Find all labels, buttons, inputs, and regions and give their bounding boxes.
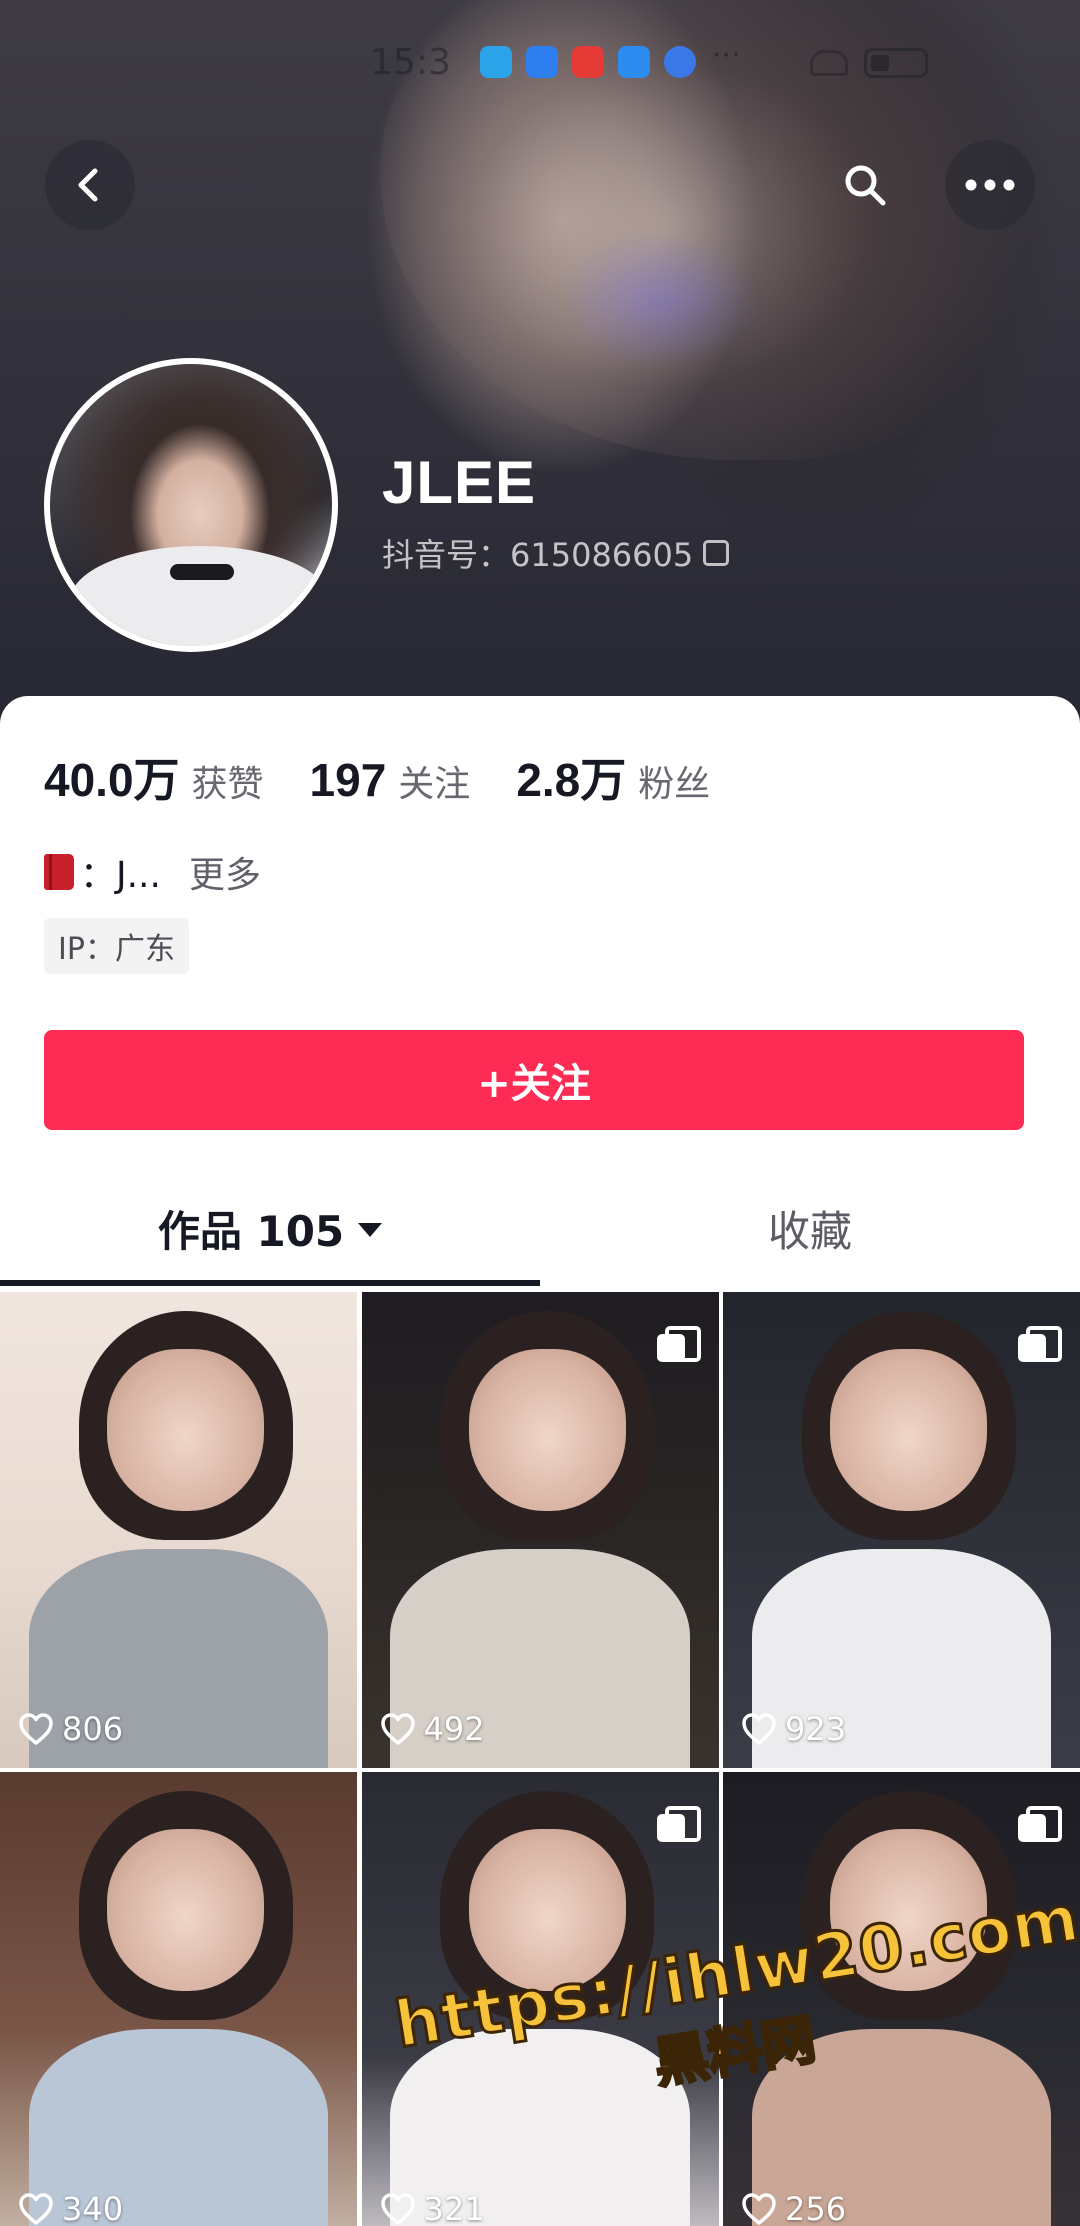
avatar-shirt	[70, 546, 330, 646]
heart-icon	[380, 1713, 415, 1745]
video-tile[interactable]: 340	[0, 1772, 357, 2226]
followers-count[interactable]: 2.8万	[516, 744, 626, 810]
video-tile[interactable]: 923	[723, 1292, 1080, 1768]
active-tab-indicator	[0, 1280, 540, 1286]
content-tabs: 作品 105 收藏	[0, 1170, 1080, 1286]
chevron-left-icon	[78, 168, 98, 202]
status-more-icon: ···	[712, 38, 741, 73]
bio[interactable]: ：J... 更多	[44, 846, 261, 898]
battery-icon	[864, 48, 928, 78]
heart-icon	[19, 2193, 53, 2225]
cover-photo-light	[560, 230, 760, 370]
caret-down-icon	[358, 1223, 383, 1237]
video-likes: 923	[741, 1710, 846, 1748]
tile-face	[830, 1349, 988, 1511]
multi-image-icon	[1018, 1326, 1062, 1362]
shield-app-icon	[526, 46, 558, 78]
multi-image-icon	[1018, 1806, 1062, 1842]
tile-face	[468, 1349, 626, 1511]
tile-face	[107, 1349, 265, 1511]
back-button[interactable]	[45, 140, 135, 230]
status-right-icons	[810, 48, 928, 78]
message-app-icon	[618, 46, 650, 78]
multi-image-icon	[656, 1326, 701, 1362]
browser-app-icon	[664, 46, 696, 78]
following-label[interactable]: 关注	[398, 755, 470, 807]
bio-more-link[interactable]: 更多	[189, 846, 261, 898]
telegram-icon	[480, 46, 512, 78]
video-likes: 256	[741, 2190, 846, 2226]
profile-info-panel: 40.0万 获赞 197 关注 2.8万 粉丝 ：J... 更多 IP：广东 +…	[0, 696, 1080, 1296]
status-bar: 15:3 ···	[0, 36, 1080, 90]
wifi-icon	[810, 50, 848, 76]
video-likes: 806	[18, 1710, 123, 1748]
tile-face	[107, 1829, 265, 1991]
likes-count-text: 256	[785, 2190, 847, 2226]
likes-label[interactable]: 获赞	[192, 755, 264, 807]
video-likes: 492	[380, 1710, 485, 1748]
heart-icon	[19, 1713, 53, 1745]
douyin-id: 抖音号：615086605	[382, 536, 694, 574]
avatar[interactable]	[44, 358, 338, 652]
likes-count-text: 806	[62, 1710, 124, 1748]
likes-count[interactable]: 40.0万	[44, 744, 180, 810]
following-count[interactable]: 197	[310, 753, 387, 807]
tab-works-label: 作品 105	[157, 1206, 345, 1256]
profile-nickname: JLEE	[382, 449, 537, 516]
ip-location-tag: IP：广东	[44, 918, 189, 974]
avatar-choker	[170, 564, 234, 580]
search-button[interactable]	[820, 140, 910, 230]
copy-icon[interactable]	[703, 540, 730, 566]
video-tile[interactable]: 806	[0, 1292, 357, 1768]
red-book-icon	[44, 854, 74, 890]
status-app-icons	[480, 46, 696, 78]
likes-count-text: 340	[62, 2190, 124, 2226]
multi-image-icon	[656, 1806, 701, 1842]
douyin-id-row[interactable]: 抖音号：615086605	[382, 530, 730, 576]
followers-label[interactable]: 粉丝	[638, 755, 710, 807]
follow-button[interactable]: +关注	[44, 1030, 1024, 1130]
heart-icon	[380, 2193, 415, 2225]
more-button[interactable]	[945, 140, 1035, 230]
shopping-app-icon	[572, 46, 604, 78]
heart-icon	[742, 2193, 776, 2225]
tab-favorites[interactable]: 收藏	[540, 1170, 1080, 1286]
bio-text: ：J...	[80, 855, 161, 896]
video-likes: 340	[18, 2190, 123, 2226]
search-icon	[845, 165, 886, 206]
heart-icon	[742, 1713, 776, 1745]
status-time: 15:3	[370, 42, 451, 83]
tab-works[interactable]: 作品 105	[0, 1170, 540, 1286]
likes-count-text: 492	[423, 1710, 485, 1748]
more-dots-icon	[965, 179, 1015, 191]
profile-stats: 40.0万 获赞 197 关注 2.8万 粉丝	[44, 744, 756, 810]
video-tile[interactable]: 492	[361, 1292, 719, 1768]
likes-count-text: 923	[785, 1710, 847, 1748]
